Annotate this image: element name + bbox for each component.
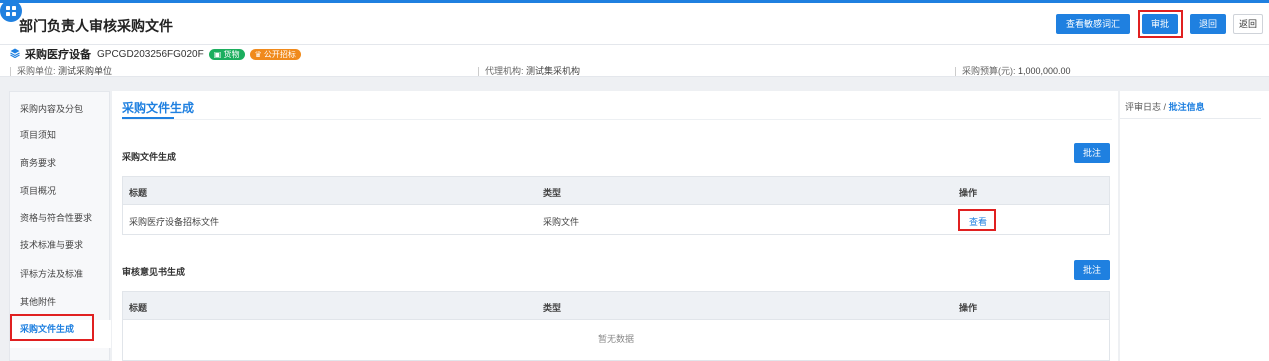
column-type: 类型: [543, 188, 562, 198]
purchasing-unit: 采购单位: 测试采购单位: [10, 64, 112, 77]
layers-icon: [10, 48, 20, 60]
view-link[interactable]: 查看: [969, 215, 987, 228]
reject-button[interactable]: 退回: [1190, 14, 1226, 34]
tab-divider: [122, 119, 1112, 120]
tag-goods-label: 货物: [223, 49, 240, 59]
agency-label: 代理机构:: [485, 66, 524, 76]
table-header: 标题 类型 操作: [123, 292, 1109, 320]
right-panel-tabs: 评审日志 / 批注信息: [1125, 100, 1205, 113]
sidebar-item-project-overview[interactable]: 项目概况: [20, 184, 56, 197]
annotate-button-2[interactable]: 批注: [1074, 260, 1110, 280]
project-name: 采购医疗设备: [25, 49, 91, 61]
project-info: 采购医疗设备 GPCGD203256FG020F ▣ 货物 ♛ 公开招标 采购单…: [0, 45, 1269, 77]
gavel-icon: ♛: [254, 49, 262, 59]
budget: 采购预算(元): 1,000,000.00: [955, 64, 1071, 77]
document-table: 标题 类型 操作 采购医疗设备招标文件 采购文件 查看: [122, 176, 1110, 235]
main-content: 采购文件生成 采购文件生成 批注 标题 类型 操作 采购医疗设备招标文件 采购文…: [112, 91, 1118, 361]
project-code: GPCGD203256FG020F: [97, 48, 204, 60]
budget-value: 1,000,000.00: [1018, 66, 1071, 76]
row-type: 采购文件: [543, 217, 580, 227]
sidebar-item-other-attachments[interactable]: 其他附件: [20, 295, 56, 308]
tag-open-tender: ♛ 公开招标: [249, 48, 301, 60]
review-opinion-table: 标题 类型 操作 暂无数据: [122, 291, 1110, 361]
sidebar-item-business-requirements[interactable]: 商务要求: [20, 156, 56, 169]
sidebar-item-document-generation[interactable]: 采购文件生成: [20, 322, 74, 335]
column-title: 标题: [129, 303, 148, 313]
annotate-button-1[interactable]: 批注: [1074, 143, 1110, 163]
page-header: 部门负责人审核采购文件 查看敏感词汇 审批 退回 返回: [0, 0, 1269, 45]
box-icon: ▣: [213, 49, 222, 59]
section-review-opinion-title: 审核意见书生成: [122, 267, 186, 277]
budget-label: 采购预算(元):: [962, 66, 1016, 76]
tab-separator: /: [1163, 102, 1167, 112]
sidebar-item-evaluation-methods[interactable]: 评标方法及标准: [20, 267, 83, 280]
sidebar-item-content-packages[interactable]: 采购内容及分包: [20, 102, 83, 115]
tab-annotation-info[interactable]: 批注信息: [1169, 102, 1205, 112]
purchasing-unit-label: 采购单位:: [17, 66, 56, 76]
tag-open-tender-label: 公开招标: [263, 49, 296, 59]
page-title: 部门负责人审核采购文件: [19, 18, 173, 34]
agency: 代理机构: 测试集采机构: [478, 64, 580, 77]
row-title: 采购医疗设备招标文件: [129, 217, 220, 227]
approve-button[interactable]: 审批: [1142, 14, 1178, 34]
tab-review-log[interactable]: 评审日志: [1125, 102, 1161, 112]
section-document-generation-title: 采购文件生成: [122, 152, 177, 162]
sidebar: 采购内容及分包 项目须知 商务要求 项目概况 资格与符合性要求 技术标准与要求 …: [9, 91, 111, 361]
empty-state: 暂无数据: [597, 334, 634, 344]
empty-row: 暂无数据: [123, 320, 1109, 349]
agency-value: 测试集采机构: [526, 66, 581, 76]
project-title-row: 采购医疗设备 GPCGD203256FG020F ▣ 货物 ♛ 公开招标: [10, 47, 301, 61]
column-action: 操作: [959, 303, 978, 313]
tab-document-generation[interactable]: 采购文件生成: [122, 99, 194, 116]
tag-goods: ▣ 货物: [208, 48, 245, 60]
view-sensitive-words-button[interactable]: 查看敏感词汇: [1056, 14, 1130, 34]
sidebar-item-technical-standards[interactable]: 技术标准与要求: [20, 238, 83, 251]
column-type: 类型: [543, 303, 562, 313]
table-header: 标题 类型 操作: [123, 177, 1109, 205]
table-row: 采购医疗设备招标文件 采购文件 查看: [123, 205, 1109, 234]
column-title: 标题: [129, 188, 148, 198]
sidebar-item-project-notice[interactable]: 项目须知: [20, 128, 56, 141]
right-panel: 评审日志 / 批注信息: [1120, 91, 1269, 361]
return-button[interactable]: 返回: [1233, 14, 1263, 34]
column-action: 操作: [959, 188, 978, 198]
right-panel-divider: [1120, 118, 1261, 119]
sidebar-item-qualification[interactable]: 资格与符合性要求: [20, 211, 92, 224]
purchasing-unit-value: 测试采购单位: [58, 66, 113, 76]
